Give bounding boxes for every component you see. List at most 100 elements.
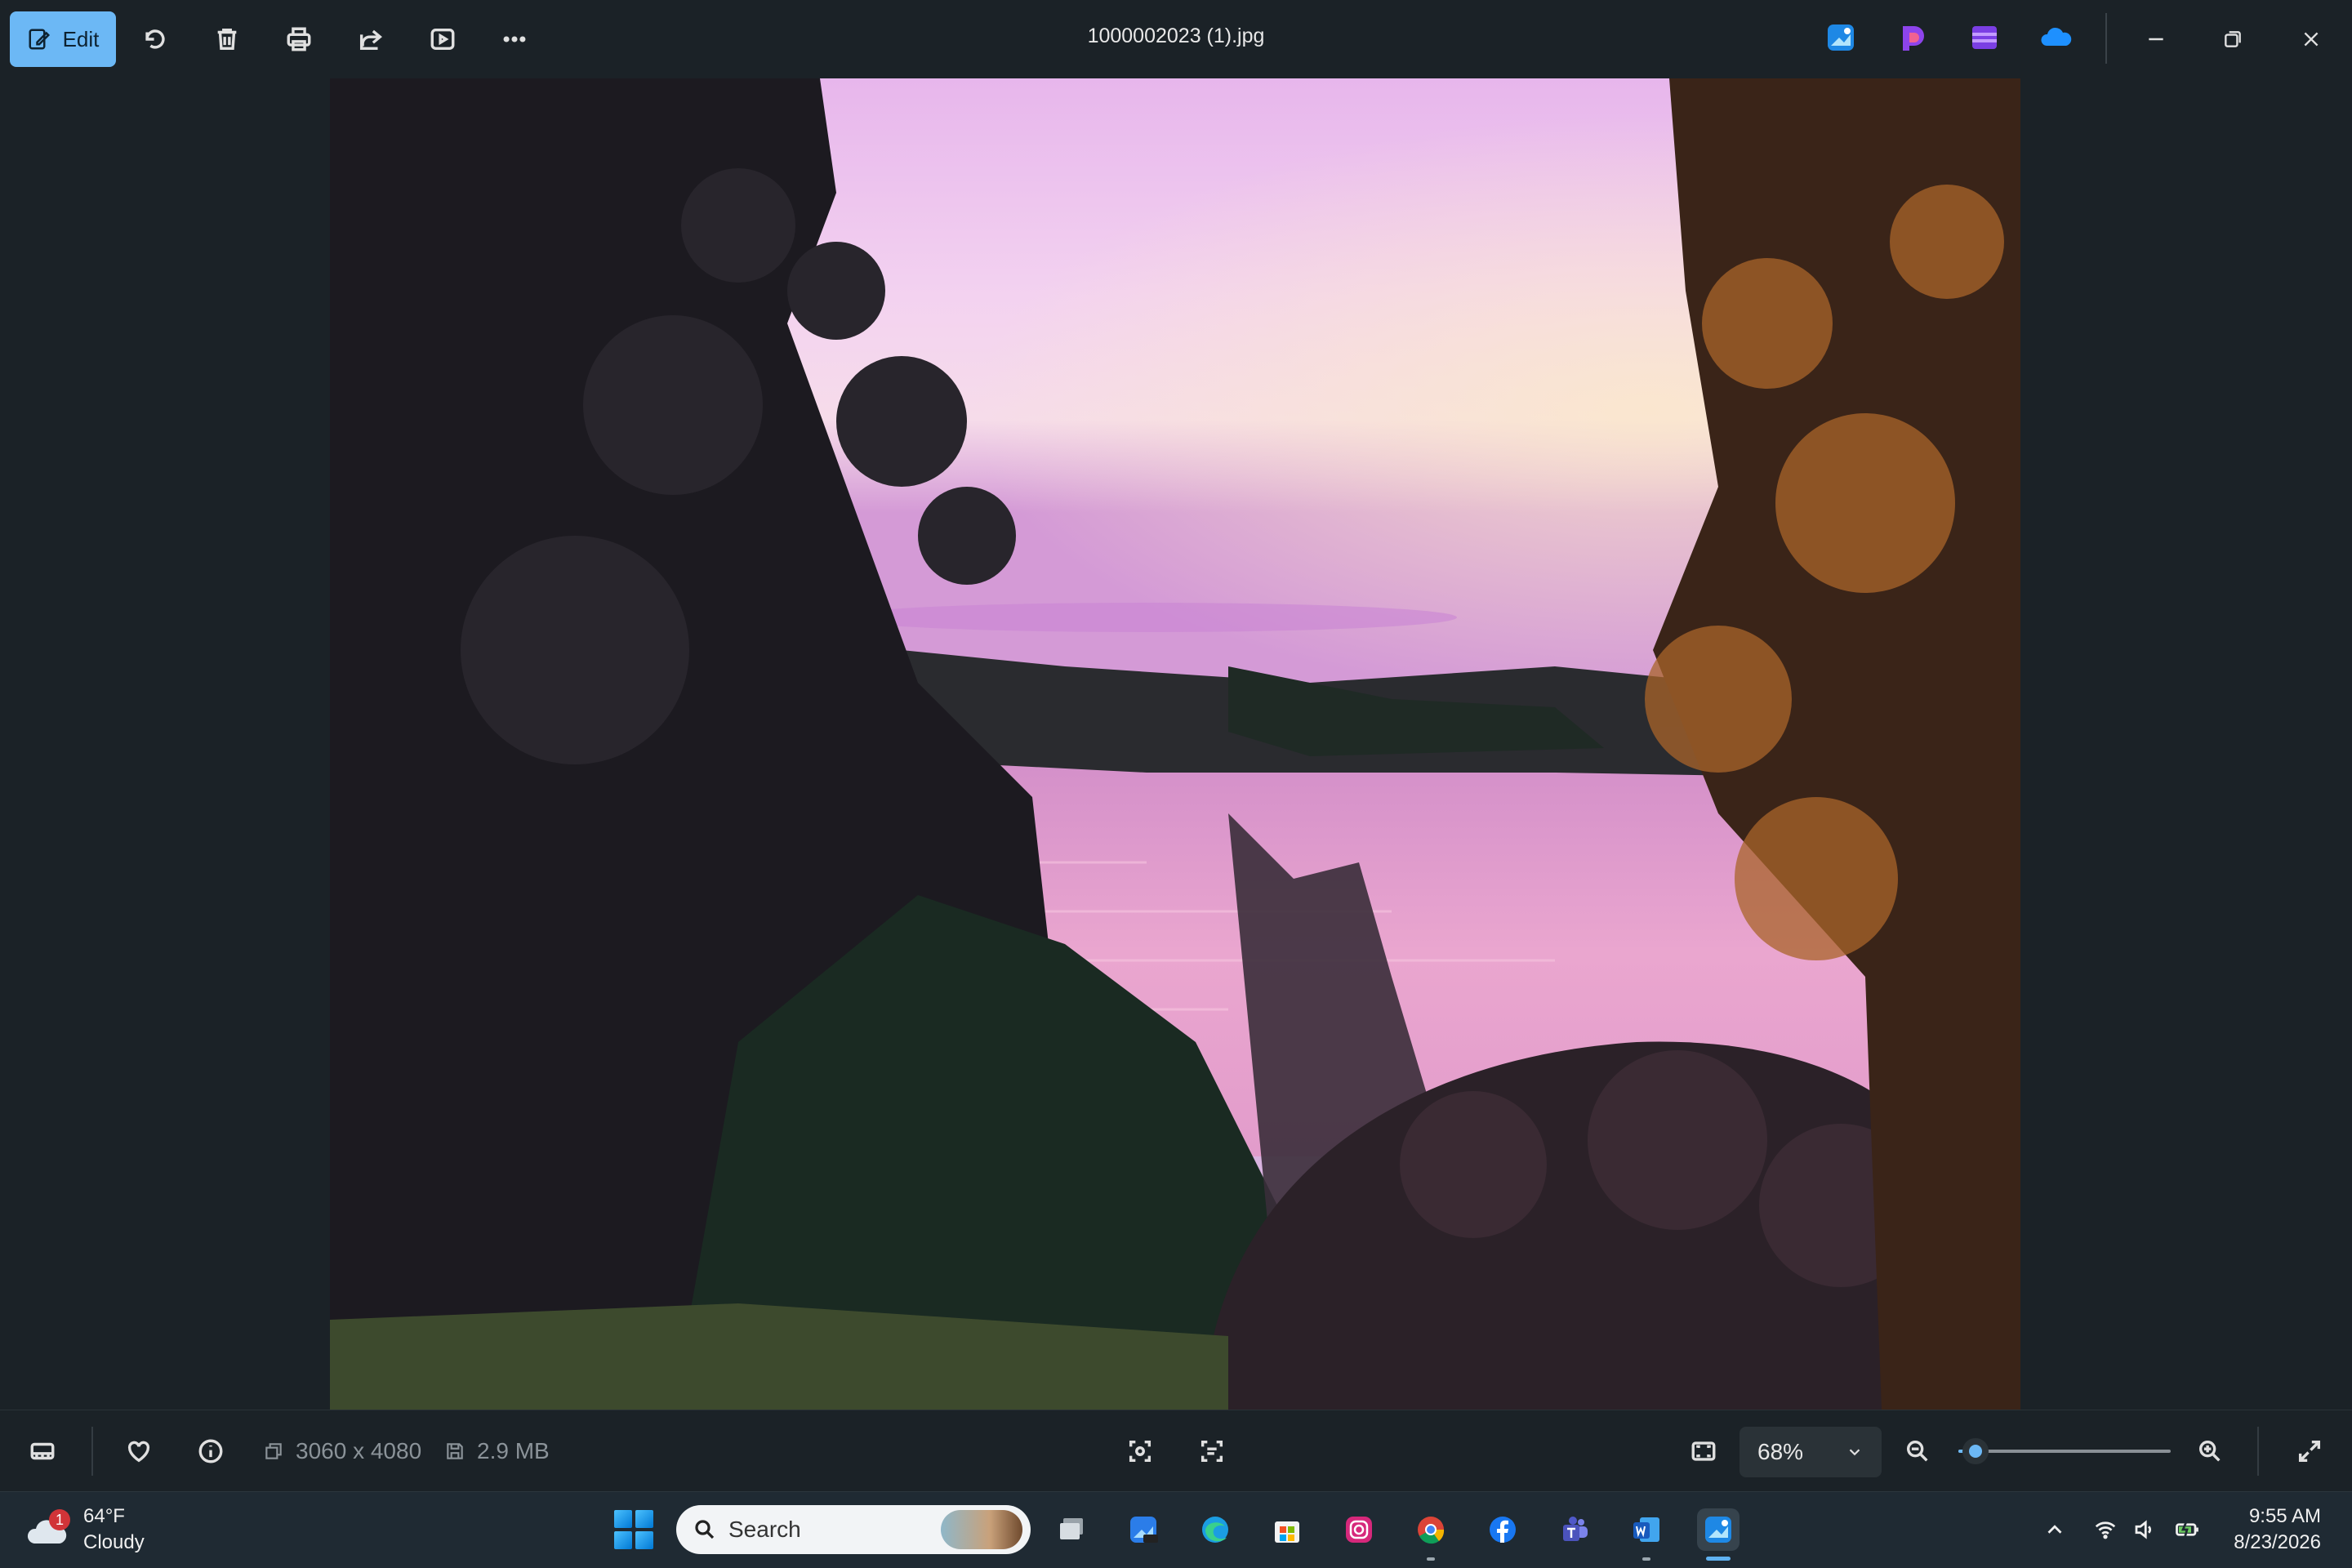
photo-canvas[interactable] bbox=[330, 78, 2020, 1410]
edge-icon bbox=[1202, 1517, 1228, 1543]
zoom-out-button[interactable] bbox=[1898, 1432, 1937, 1471]
edit-icon bbox=[29, 29, 50, 50]
rotate-button[interactable] bbox=[136, 20, 175, 59]
minimize-button[interactable] bbox=[2136, 20, 2176, 59]
more-options-button[interactable] bbox=[495, 20, 534, 59]
close-button[interactable] bbox=[2292, 20, 2331, 59]
instagram-icon bbox=[1346, 1517, 1372, 1543]
restore-icon bbox=[2225, 31, 2241, 47]
clock-date: 8/23/2026 bbox=[2234, 1531, 2321, 1553]
more-icon bbox=[503, 36, 526, 42]
designer-app-button[interactable] bbox=[1968, 21, 2001, 54]
photos-app-button[interactable] bbox=[1824, 21, 1857, 54]
taskbar-photos-app[interactable] bbox=[1697, 1508, 1740, 1561]
zoom-in-button[interactable] bbox=[2190, 1432, 2230, 1471]
taskbar-search[interactable]: Search bbox=[676, 1505, 1031, 1554]
minimize-icon bbox=[2149, 38, 2163, 41]
chrome-icon bbox=[1418, 1517, 1445, 1544]
photos-icon bbox=[1828, 24, 1854, 51]
task-view-icon bbox=[1060, 1518, 1083, 1539]
running-indicator bbox=[1427, 1557, 1435, 1561]
filmstrip-button[interactable] bbox=[23, 1432, 62, 1471]
close-icon bbox=[2304, 32, 2319, 47]
edit-label: Edit bbox=[62, 26, 100, 51]
chevron-up-icon bbox=[2047, 1525, 2062, 1534]
file-info-button[interactable] bbox=[191, 1432, 230, 1471]
wifi-icon bbox=[2095, 1521, 2116, 1539]
system-clock[interactable]: 9:55 AM 8/23/2026 bbox=[2234, 1503, 2321, 1556]
slideshow-icon bbox=[430, 28, 455, 51]
scan-text-icon bbox=[1200, 1440, 1223, 1463]
taskbar-teams-app[interactable] bbox=[1553, 1508, 1596, 1551]
visual-search-button[interactable] bbox=[1120, 1432, 1160, 1471]
heart-icon bbox=[127, 1441, 150, 1463]
fit-window-icon bbox=[1691, 1441, 1716, 1461]
image-dimensions: 3060 x 4080 bbox=[263, 1438, 421, 1464]
task-view-button[interactable] bbox=[1050, 1508, 1093, 1551]
volume-button[interactable] bbox=[2130, 1515, 2159, 1544]
dimensions-icon bbox=[265, 1443, 282, 1459]
print-icon bbox=[287, 27, 311, 51]
lake-sunset-photo bbox=[330, 78, 2020, 1410]
speaker-icon bbox=[2135, 1520, 2151, 1539]
battery-charging-icon bbox=[2176, 1521, 2198, 1538]
clock-time: 9:55 AM bbox=[2248, 1505, 2321, 1527]
notification-badge: 1 bbox=[49, 1509, 70, 1530]
rotate-icon bbox=[145, 29, 165, 49]
delete-icon bbox=[217, 28, 237, 51]
bottom-bar: 3060 x 4080 2.9 MB 68% bbox=[0, 1410, 2352, 1491]
filmstrip-icon bbox=[30, 1442, 55, 1460]
file-name: 1000002023 (1).jpg bbox=[1087, 24, 1265, 47]
network-button[interactable] bbox=[2091, 1515, 2120, 1544]
zoom-level-dropdown[interactable]: 68% bbox=[1740, 1427, 1882, 1477]
title-bar: Edit 1000002023 (1).jpg bbox=[0, 0, 2352, 78]
zoom-slider-thumb[interactable] bbox=[1962, 1438, 1989, 1464]
windows-taskbar: 1 64°F Cloudy Search 9:55 AM 8/23/2026 bbox=[0, 1491, 2352, 1568]
favorite-button[interactable] bbox=[119, 1432, 158, 1471]
zoom-slider[interactable] bbox=[1958, 1438, 2171, 1464]
taskbar-store-app[interactable] bbox=[1266, 1508, 1308, 1551]
active-indicator bbox=[1706, 1557, 1731, 1561]
taskbar-word-app[interactable] bbox=[1625, 1508, 1668, 1561]
toolbar-divider bbox=[2105, 13, 2107, 64]
search-icon bbox=[695, 1520, 715, 1539]
zoom-in-icon bbox=[2198, 1440, 2221, 1462]
weather-condition: Cloudy bbox=[83, 1531, 145, 1553]
facebook-icon bbox=[1490, 1517, 1516, 1543]
weather-widget[interactable]: 1 64°F Cloudy bbox=[26, 1503, 145, 1556]
designer-icon bbox=[1972, 26, 1997, 49]
windows-logo-icon bbox=[614, 1510, 632, 1528]
taskbar-photos-pre-app[interactable] bbox=[1122, 1508, 1165, 1551]
taskbar-facebook-app[interactable] bbox=[1481, 1508, 1524, 1551]
teams-icon bbox=[1563, 1517, 1588, 1541]
store-icon bbox=[1275, 1521, 1299, 1543]
start-button[interactable] bbox=[614, 1510, 653, 1549]
show-hidden-icons-button[interactable] bbox=[2040, 1515, 2069, 1544]
taskbar-chrome-app[interactable] bbox=[1410, 1508, 1452, 1561]
delete-button[interactable] bbox=[207, 20, 247, 59]
share-button[interactable] bbox=[351, 20, 390, 59]
slideshow-button[interactable] bbox=[423, 20, 462, 59]
image-file-size: 2.9 MB bbox=[444, 1438, 550, 1464]
taskbar-instagram-app[interactable] bbox=[1338, 1508, 1380, 1551]
taskbar-edge-app[interactable] bbox=[1194, 1508, 1236, 1551]
full-screen-button[interactable] bbox=[2290, 1432, 2329, 1471]
bottom-divider bbox=[2257, 1427, 2259, 1476]
zoom-out-icon bbox=[1906, 1440, 1928, 1462]
edit-button[interactable]: Edit bbox=[10, 11, 116, 67]
restore-button[interactable] bbox=[2213, 20, 2252, 59]
running-indicator bbox=[1642, 1557, 1650, 1561]
onedrive-app-button[interactable] bbox=[2040, 21, 2073, 54]
dimensions-text: 3060 x 4080 bbox=[296, 1438, 422, 1463]
print-button[interactable] bbox=[279, 20, 318, 59]
text-extract-button[interactable] bbox=[1192, 1432, 1232, 1471]
photos-icon bbox=[1705, 1517, 1731, 1543]
save-disk-icon bbox=[447, 1443, 463, 1459]
info-icon bbox=[198, 1439, 223, 1463]
clipchamp-app-button[interactable] bbox=[1896, 21, 1929, 54]
expand-icon bbox=[2298, 1440, 2321, 1463]
fit-to-window-button[interactable] bbox=[1684, 1432, 1723, 1471]
search-highlight-image bbox=[941, 1510, 1022, 1549]
battery-button[interactable] bbox=[2172, 1515, 2202, 1544]
onedrive-icon bbox=[2041, 27, 2072, 46]
